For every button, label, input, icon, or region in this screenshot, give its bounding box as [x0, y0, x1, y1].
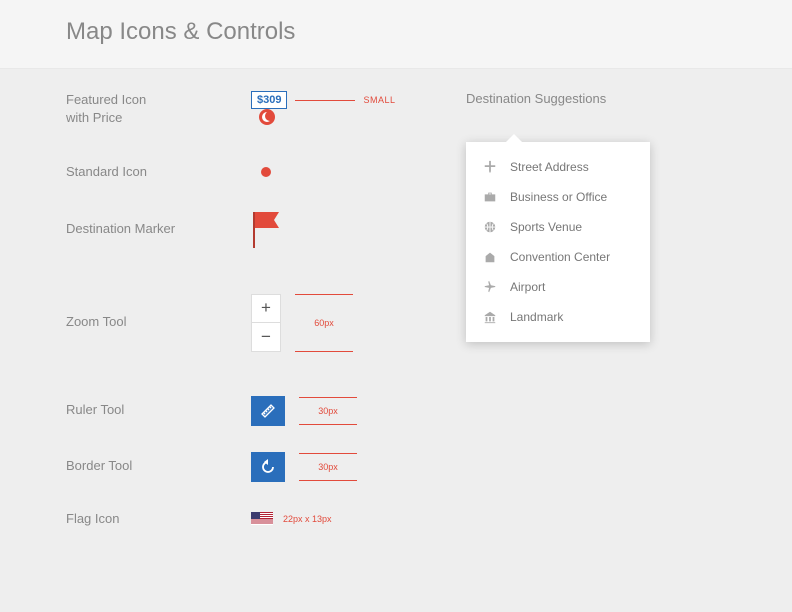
page-title: Map Icons & Controls — [66, 18, 792, 46]
icons-column: Featured Icon with Price $309 SMALL Stan… — [66, 91, 466, 548]
suggestions-dropdown: Street Address Business or Office Sports… — [466, 142, 650, 342]
ruler-demo: 30px — [251, 396, 357, 426]
standard-demo — [251, 167, 271, 177]
annot-small: SMALL — [363, 95, 395, 105]
page-header: Map Icons & Controls — [0, 0, 792, 69]
suggestions-column: Destination Suggestions Street Address B… — [466, 91, 650, 548]
label-standard: Standard Icon — [66, 163, 251, 181]
label-zoom: Zoom Tool — [66, 313, 251, 331]
dd-item-landmark[interactable]: Landmark — [466, 302, 650, 332]
moon-icon — [259, 109, 275, 125]
dd-label: Convention Center — [510, 250, 610, 264]
zoom-in-button[interactable]: + — [252, 295, 280, 323]
briefcase-icon — [482, 189, 498, 205]
refresh-icon — [260, 459, 276, 475]
ball-icon — [482, 219, 498, 235]
dd-label: Airport — [510, 280, 545, 294]
price-badge[interactable]: $309 — [251, 91, 287, 109]
dd-label: Sports Venue — [510, 220, 582, 234]
border-demo: 30px — [251, 452, 357, 482]
ruler-icon — [260, 403, 276, 419]
zoom-dim: 60px — [295, 294, 353, 352]
label-destination: Destination Marker — [66, 220, 251, 238]
dd-item-airport[interactable]: Airport — [466, 272, 650, 302]
row-standard: Standard Icon — [66, 163, 466, 181]
row-zoom: Zoom Tool + − 60px — [66, 294, 466, 352]
label-featured: Featured Icon with Price — [66, 91, 251, 127]
destination-demo — [251, 210, 281, 250]
row-featured: Featured Icon with Price $309 SMALL — [66, 91, 466, 127]
zoom-demo: + − 60px — [251, 294, 353, 352]
row-destination: Destination Marker — [66, 210, 466, 250]
label-flag: Flag Icon — [66, 510, 251, 528]
ruler-button[interactable] — [251, 396, 285, 426]
plane-icon — [482, 279, 498, 295]
dd-item-street[interactable]: Street Address — [466, 152, 650, 182]
suggestions-title: Destination Suggestions — [466, 91, 650, 106]
label-ruler: Ruler Tool — [66, 401, 251, 419]
intersection-icon — [482, 159, 498, 175]
dd-label: Street Address — [510, 160, 589, 174]
label-border: Border Tool — [66, 457, 251, 475]
dd-item-convention[interactable]: Convention Center — [466, 242, 650, 272]
flag-icon — [251, 210, 281, 250]
zoom-control: + − — [251, 294, 281, 352]
row-ruler: Ruler Tool 30px — [66, 396, 466, 426]
flag-demo: 22px x 13px — [251, 512, 332, 525]
dd-item-business[interactable]: Business or Office — [466, 182, 650, 212]
dd-item-sports[interactable]: Sports Venue — [466, 212, 650, 242]
border-button[interactable] — [251, 452, 285, 482]
border-dim: 30px — [299, 453, 357, 481]
building-icon — [482, 249, 498, 265]
flag-dim: 22px x 13px — [283, 514, 332, 524]
us-flag-icon — [251, 512, 273, 525]
dd-label: Business or Office — [510, 190, 607, 204]
zoom-out-button[interactable]: − — [252, 323, 280, 351]
row-flag: Flag Icon 22px x 13px — [66, 510, 466, 528]
landmark-icon — [482, 309, 498, 325]
ruler-dim: 30px — [299, 397, 357, 425]
dot-icon — [261, 167, 271, 177]
row-border: Border Tool 30px — [66, 452, 466, 482]
featured-demo: $309 SMALL — [251, 91, 396, 109]
dd-label: Landmark — [510, 310, 563, 324]
annot-line — [295, 100, 355, 101]
content: Featured Icon with Price $309 SMALL Stan… — [0, 69, 792, 548]
